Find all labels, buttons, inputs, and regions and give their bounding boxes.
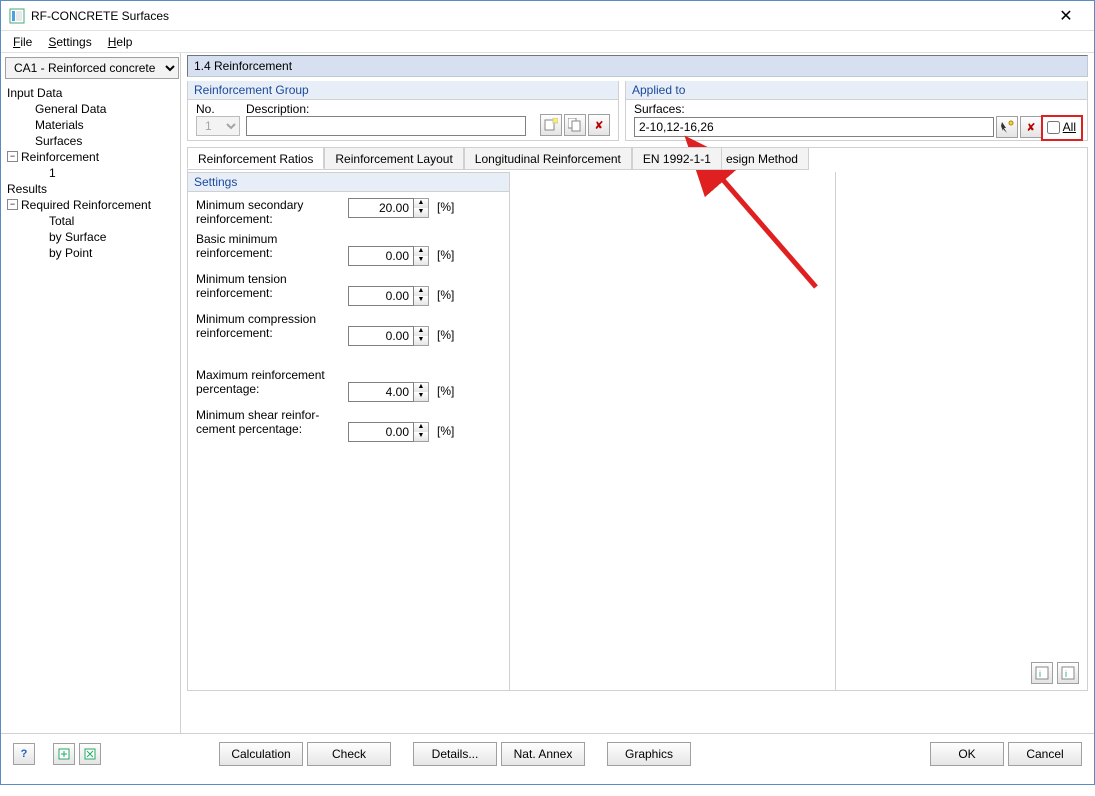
nat-annex-button[interactable]: Nat. Annex xyxy=(501,742,585,766)
case-select[interactable]: CA1 - Reinforced concrete desi xyxy=(5,57,179,79)
footer: ? Calculation Check Details... Nat. Anne… xyxy=(1,733,1094,796)
spinner[interactable]: ▲▼ xyxy=(414,382,429,402)
no-label: No. xyxy=(196,102,240,116)
min-secondary-label: Minimum secondary reinforcement: xyxy=(196,198,344,226)
export-button-1[interactable] xyxy=(53,743,75,765)
info-button-1[interactable]: i xyxy=(1031,662,1053,684)
tree-results[interactable]: Results xyxy=(7,181,178,197)
surfaces-label: Surfaces: xyxy=(634,102,1079,116)
copy-group-button[interactable] xyxy=(564,114,586,136)
tree-by-surface[interactable]: by Surface xyxy=(7,229,178,245)
tab-design-method[interactable]: esign Method xyxy=(722,147,809,169)
menu-help[interactable]: Help xyxy=(100,33,141,51)
close-button[interactable]: ✕ xyxy=(1046,3,1086,29)
tree-materials[interactable]: Materials xyxy=(7,117,178,133)
titlebar: RF-CONCRETE Surfaces ✕ xyxy=(1,1,1094,31)
collapse-icon[interactable]: − xyxy=(7,199,18,210)
svg-text:i: i xyxy=(1039,669,1041,679)
min-compression-label: Minimum compressionreinforcement: xyxy=(196,312,344,340)
svg-text:i: i xyxy=(1065,669,1067,679)
basic-min-input[interactable] xyxy=(348,246,414,266)
unit-label: [%] xyxy=(437,382,454,398)
spinner[interactable]: ▲▼ xyxy=(414,422,429,442)
sidebar: CA1 - Reinforced concrete desi Input Dat… xyxy=(1,53,181,733)
min-tension-label: Minimum tensionreinforcement: xyxy=(196,272,344,300)
tree-general-data[interactable]: General Data xyxy=(7,101,178,117)
unit-label: [%] xyxy=(437,246,454,262)
description-input[interactable] xyxy=(246,116,526,136)
basic-min-label: Basic minimumreinforcement: xyxy=(196,232,344,260)
window-title: RF-CONCRETE Surfaces xyxy=(31,9,1046,23)
new-group-button[interactable] xyxy=(540,114,562,136)
tree-req-reinf[interactable]: − Required Reinforcement xyxy=(7,197,178,213)
tree-reqreinf-label: Required Reinforcement xyxy=(21,198,151,212)
group-reinf-legend: Reinforcement Group xyxy=(188,81,618,100)
settings-header: Settings xyxy=(188,172,509,192)
unit-label: [%] xyxy=(437,286,454,302)
highlight-all-checkbox xyxy=(1041,115,1083,141)
spinner[interactable]: ▲▼ xyxy=(414,286,429,306)
max-reinf-label: Maximum reinforcementpercentage: xyxy=(196,368,344,396)
desc-label: Description: xyxy=(246,102,534,116)
tree: Input Data General Data Materials Surfac… xyxy=(3,83,178,261)
delete-group-button[interactable]: ✘ xyxy=(588,114,610,136)
right-panel: i i xyxy=(842,172,1087,690)
collapse-icon[interactable]: − xyxy=(7,151,18,162)
min-compression-input[interactable] xyxy=(348,326,414,346)
content-header: 1.4 Reinforcement xyxy=(187,55,1088,77)
check-button[interactable]: Check xyxy=(307,742,391,766)
tab-en1992[interactable]: EN 1992-1-1 xyxy=(632,147,722,169)
tabs-panel: Reinforcement Ratios Reinforcement Layou… xyxy=(187,147,1088,691)
group-reinforcement: Reinforcement Group No. 1 Description: ✘ xyxy=(187,81,619,141)
pick-surfaces-button[interactable] xyxy=(996,116,1018,138)
details-button[interactable]: Details... xyxy=(413,742,497,766)
menubar: File Settings Help xyxy=(1,31,1094,53)
tab-layout[interactable]: Reinforcement Layout xyxy=(324,147,463,169)
min-secondary-input[interactable] xyxy=(348,198,414,218)
min-shear-input[interactable] xyxy=(348,422,414,442)
app-icon xyxy=(9,8,25,24)
menu-file[interactable]: File xyxy=(5,33,40,51)
min-shear-label: Minimum shear reinfor-cement percentage: xyxy=(196,408,344,436)
cancel-button[interactable]: Cancel xyxy=(1008,742,1082,766)
spinner[interactable]: ▲▼ xyxy=(414,326,429,346)
calculation-button[interactable]: Calculation xyxy=(219,742,303,766)
tree-total[interactable]: Total xyxy=(7,213,178,229)
help-button[interactable]: ? xyxy=(13,743,35,765)
tree-by-point[interactable]: by Point xyxy=(7,245,178,261)
graphics-button[interactable]: Graphics xyxy=(607,742,691,766)
tab-ratios[interactable]: Reinforcement Ratios xyxy=(187,147,324,169)
content: 1.4 Reinforcement Reinforcement Group No… xyxy=(181,53,1094,733)
settings-panel: Settings Minimum secondary reinforcement… xyxy=(188,172,510,690)
export-button-2[interactable] xyxy=(79,743,101,765)
clear-surfaces-button[interactable]: ✘ xyxy=(1020,116,1042,138)
unit-label: [%] xyxy=(437,326,454,342)
tab-longitudinal[interactable]: Longitudinal Reinforcement xyxy=(464,147,632,169)
unit-label: [%] xyxy=(437,422,454,438)
mid-panel xyxy=(516,172,836,690)
group-applied-legend: Applied to xyxy=(626,81,1087,100)
ok-button[interactable]: OK xyxy=(930,742,1004,766)
spinner[interactable]: ▲▼ xyxy=(414,198,429,218)
menu-settings[interactable]: Settings xyxy=(40,33,99,51)
no-select[interactable]: 1 xyxy=(196,116,240,136)
tree-reinforcement[interactable]: − Reinforcement xyxy=(7,149,178,165)
tree-input-data[interactable]: Input Data xyxy=(7,85,178,101)
max-reinf-input[interactable] xyxy=(348,382,414,402)
tree-reinf-label: Reinforcement xyxy=(21,150,99,164)
info-button-2[interactable]: i xyxy=(1057,662,1079,684)
tree-surfaces[interactable]: Surfaces xyxy=(7,133,178,149)
unit-label: [%] xyxy=(437,198,454,214)
tree-reinf-1[interactable]: 1 xyxy=(7,165,178,181)
min-tension-input[interactable] xyxy=(348,286,414,306)
tabstrip: Reinforcement Ratios Reinforcement Layou… xyxy=(187,147,809,170)
spinner[interactable]: ▲▼ xyxy=(414,246,429,266)
